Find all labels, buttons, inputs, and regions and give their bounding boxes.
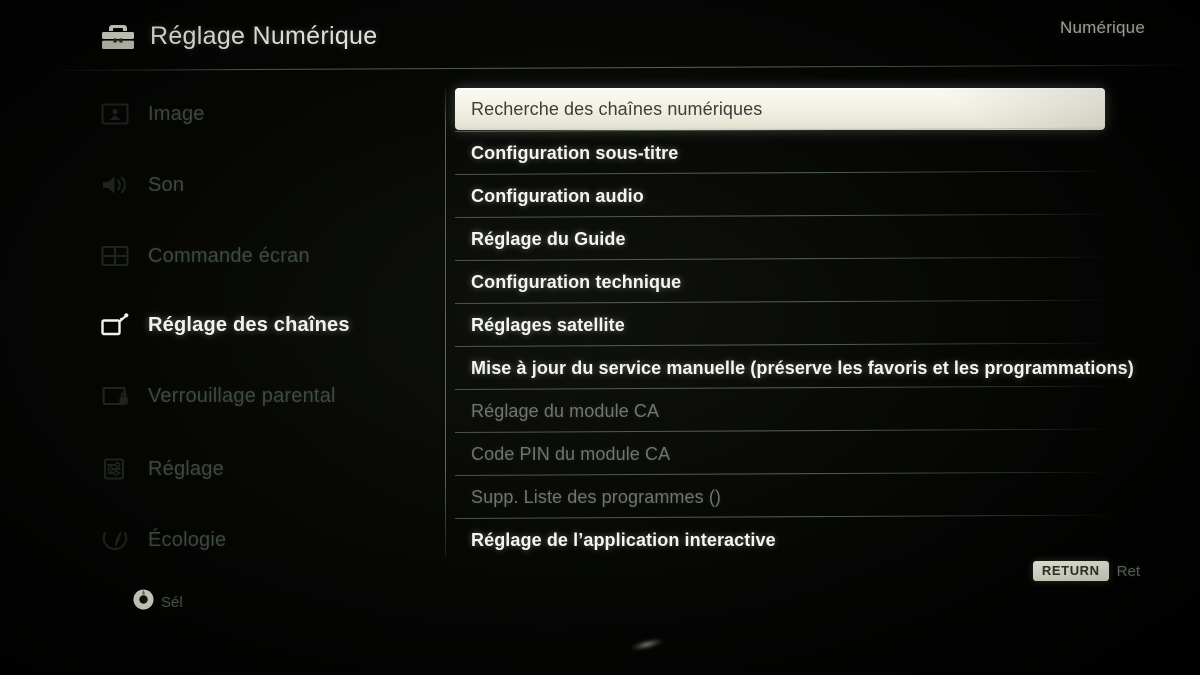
menu-item-reglages-satellite[interactable]: Réglages satellite: [455, 304, 1105, 346]
menu-item-configuration-technique[interactable]: Configuration technique: [455, 261, 1105, 303]
menu-item-label: Recherche des chaînes numériques: [471, 98, 763, 119]
sidebar-item-son[interactable]: Son: [100, 167, 184, 203]
sidebar-item-verrouillage-parental[interactable]: Verrouillage parental: [100, 378, 336, 414]
return-hint-label: Ret: [1116, 562, 1140, 580]
menu-item-label: Mise à jour du service manuelle (préserv…: [471, 357, 1134, 378]
speaker-icon: [100, 172, 130, 198]
menu-item-mise-a-jour-du-service-manuelle[interactable]: Mise à jour du service manuelle (préserv…: [455, 347, 1134, 389]
menu-item-recherche-des-chaines-numeriques[interactable]: Recherche des chaînes numériques: [455, 88, 1105, 130]
sidebar-item-label: Réglage des chaînes: [148, 313, 350, 336]
leaf-eco-icon: [100, 527, 130, 553]
sidebar-item-label: Son: [148, 173, 185, 196]
sidebar-item-commande-ecran[interactable]: Commande écran: [100, 238, 310, 274]
settings-menu-list: Recherche des chaînes numériques Configu…: [454, 88, 1134, 561]
menu-item-reglage-du-guide[interactable]: Réglage du Guide: [455, 218, 1105, 260]
sidebar-item-ecologie[interactable]: Écologie: [100, 522, 226, 558]
menu-item-label: Réglage de l’application interactive: [471, 529, 776, 550]
screen-glare: [629, 636, 665, 653]
menu-item-supp-liste-des-programmes: Supp. Liste des programmes (): [455, 476, 1105, 518]
menu-item-label: Réglage du Guide: [471, 228, 626, 249]
menu-item-configuration-audio[interactable]: Configuration audio: [455, 175, 1105, 217]
menu-item-label: Supp. Liste des programmes (): [471, 486, 722, 507]
select-hint-label: Sél: [161, 593, 183, 611]
header-bar: Réglage Numérique Numérique: [0, 0, 1200, 70]
tv-antenna-icon: [100, 312, 130, 338]
menu-item-label: Réglages satellite: [471, 314, 625, 335]
select-hint: Sél: [132, 588, 183, 616]
return-key-badge[interactable]: RETURN: [1032, 561, 1109, 581]
screen-lock-icon: [100, 383, 130, 409]
sidebar-item-label: Verrouillage parental: [148, 384, 336, 407]
tv-settings-screen: Réglage Numérique Numérique Image Son Co…: [0, 0, 1200, 675]
list-settings-icon: [100, 456, 130, 482]
sidebar-item-label: Réglage: [148, 457, 224, 480]
ok-button-icon: [132, 588, 155, 616]
sidebar-item-image[interactable]: Image: [100, 96, 205, 132]
menu-item-configuration-sous-titre[interactable]: Configuration sous-titre: [455, 132, 1105, 174]
sidebar-item-label: Écologie: [148, 528, 227, 551]
menu-item-reglage-du-module-ca: Réglage du module CA: [455, 390, 1105, 432]
menu-item-label: Configuration sous-titre: [471, 142, 679, 163]
sidebar-item-reglage-des-chaines[interactable]: Réglage des chaînes: [100, 307, 350, 343]
menu-item-label: Réglage du module CA: [471, 400, 660, 421]
sidebar-item-reglage[interactable]: Réglage: [100, 451, 224, 487]
page-title: Réglage Numérique: [150, 22, 378, 50]
menu-item-label: Configuration technique: [471, 271, 682, 292]
screen-grid-icon: [100, 243, 130, 269]
menu-item-code-pin-du-module-ca: Code PIN du module CA: [455, 433, 1105, 475]
sidebar-content-divider: [445, 88, 446, 556]
toolbox-icon: [100, 22, 136, 52]
sidebar-item-label: Commande écran: [148, 244, 310, 267]
menu-item-reglage-de-lapplication-interactive[interactable]: Réglage de l’application interactive: [455, 519, 1105, 561]
menu-item-label: Configuration audio: [471, 185, 644, 206]
input-mode-label: Numérique: [1060, 18, 1145, 37]
picture-icon: [100, 101, 130, 127]
return-hint: RETURN Ret: [1032, 561, 1140, 581]
sidebar-item-label: Image: [148, 102, 205, 125]
sidebar: Image Son Commande écran Réglage des cha…: [0, 78, 440, 638]
menu-item-label: Code PIN du module CA: [471, 443, 671, 464]
